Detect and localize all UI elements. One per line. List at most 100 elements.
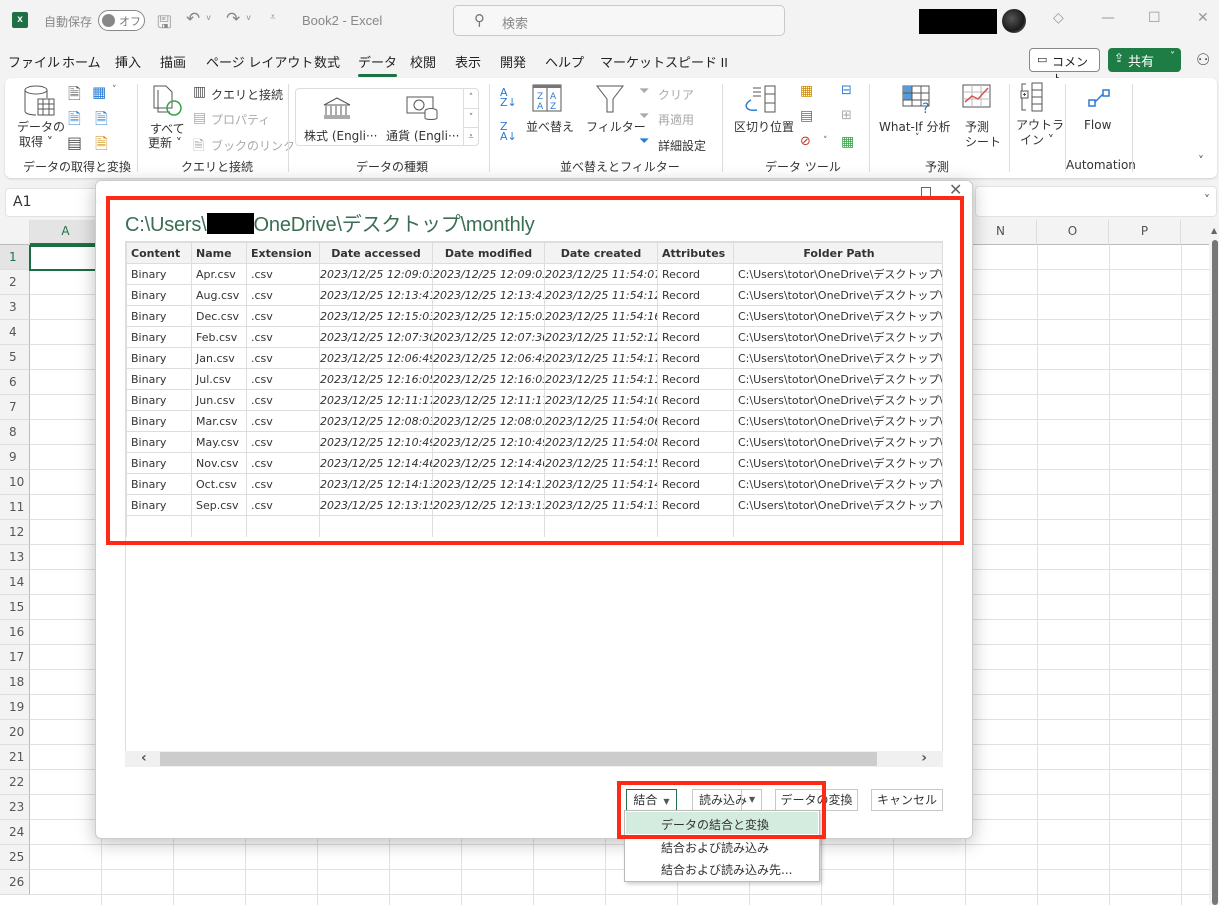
- scrollbar-thumb[interactable]: [1212, 240, 1218, 905]
- tab-formulas[interactable]: 数式: [314, 52, 340, 71]
- column-header[interactable]: Date created: [544, 242, 658, 264]
- flow-button[interactable]: Flow: [1084, 118, 1111, 132]
- scroll-up-icon[interactable]: ▲: [1211, 226, 1217, 235]
- from-picture-icon[interactable]: ▦: [92, 83, 106, 101]
- table-row[interactable]: Binary May.csv .csv 2023/12/25 12:10:49 2023…: [126, 431, 942, 453]
- column-header-n[interactable]: N: [965, 220, 1037, 245]
- dialog-close-button[interactable]: ✕: [949, 180, 962, 199]
- row-header[interactable]: 1: [0, 245, 30, 270]
- recent-sources-icon[interactable]: 🗎: [95, 108, 108, 135]
- from-text-icon[interactable]: 🗎: [68, 83, 81, 110]
- close-button[interactable]: ✕: [1197, 10, 1209, 26]
- comment-button[interactable]: ▭ コメント: [1029, 48, 1100, 86]
- table-row[interactable]: Binary Feb.csv .csv 2023/12/25 12:07:30 2023…: [126, 326, 942, 348]
- row-header[interactable]: 26: [0, 870, 30, 895]
- remove-duplicates-icon[interactable]: ▤: [800, 108, 813, 124]
- sort-descending-icon[interactable]: Z A↓: [500, 121, 517, 142]
- table-row[interactable]: Binary Sep.csv .csv 2023/12/25 12:13:15 2023…: [126, 494, 942, 516]
- currencies-button[interactable]: 通貨 (Engli···: [386, 127, 459, 144]
- clear-filter-button[interactable]: クリア: [658, 86, 694, 103]
- column-header[interactable]: Content: [126, 242, 192, 264]
- row-header[interactable]: 5: [0, 345, 30, 370]
- column-header[interactable]: Name: [191, 242, 247, 264]
- tab-page-layout[interactable]: ページ レイアウト: [206, 52, 313, 71]
- selected-cell-a1[interactable]: [29, 245, 102, 271]
- table-row[interactable]: Binary Jun.csv .csv 2023/12/25 12:11:17 2023…: [126, 389, 942, 411]
- redo-icon[interactable]: ↷: [226, 9, 240, 29]
- undo-dropdown-icon[interactable]: ˅: [206, 13, 211, 23]
- tab-review[interactable]: 校閲: [410, 52, 436, 71]
- horizontal-scrollbar[interactable]: ‹ ›: [125, 750, 943, 767]
- dialog-maximize-button[interactable]: [921, 187, 931, 197]
- existing-connections-icon[interactable]: 🗎: [95, 133, 108, 160]
- sort-ascending-icon[interactable]: A Z↓: [500, 87, 517, 108]
- scrollbar-thumb[interactable]: [160, 752, 877, 766]
- scroll-left-icon[interactable]: ‹: [141, 750, 147, 766]
- row-header[interactable]: 3: [0, 295, 30, 320]
- formula-bar[interactable]: ˅: [975, 186, 1217, 217]
- row-header[interactable]: 22: [0, 770, 30, 795]
- vertical-scrollbar[interactable]: ▲: [1211, 222, 1219, 905]
- search-box[interactable]: ⚲ 検索: [453, 5, 785, 36]
- diamond-icon[interactable]: ◇: [1053, 10, 1064, 26]
- chevron-down-icon[interactable]: ˅: [823, 136, 828, 146]
- row-header[interactable]: 19: [0, 695, 30, 720]
- column-header[interactable]: Date modified: [432, 242, 545, 264]
- table-row[interactable]: Binary Nov.csv .csv 2023/12/25 12:14:46 2023…: [126, 452, 942, 474]
- row-header[interactable]: 2: [0, 270, 30, 295]
- column-header[interactable]: Attributes: [657, 242, 734, 264]
- row-header[interactable]: 25: [0, 845, 30, 870]
- combine-button[interactable]: 結合 ▼: [626, 789, 677, 811]
- data-validation-icon[interactable]: ⊘: [800, 134, 811, 149]
- redo-dropdown-icon[interactable]: ˅: [246, 13, 251, 23]
- tab-developer[interactable]: 開発: [500, 52, 526, 71]
- avatar[interactable]: [1002, 9, 1026, 33]
- tab-marketspeed[interactable]: マーケットスピード II: [600, 52, 728, 71]
- column-header-a[interactable]: A: [30, 220, 102, 245]
- column-header-p[interactable]: P: [1109, 220, 1181, 245]
- reapply-button[interactable]: 再適用: [658, 111, 694, 128]
- menu-item-combine-load-to[interactable]: 結合および読み込み先...: [626, 857, 818, 879]
- row-header[interactable]: 20: [0, 720, 30, 745]
- load-button[interactable]: 読み込み ▼: [692, 789, 762, 811]
- table-row[interactable]: Binary Apr.csv .csv 2023/12/25 12:09:03 2023…: [126, 263, 942, 285]
- gallery-down-button[interactable]: ˅: [463, 108, 478, 127]
- chevron-down-icon[interactable]: ˅: [112, 85, 117, 95]
- row-header[interactable]: 17: [0, 645, 30, 670]
- row-header[interactable]: 13: [0, 545, 30, 570]
- filter-button[interactable]: フィルター: [586, 118, 646, 135]
- consolidate-icon[interactable]: ⊟: [841, 83, 852, 98]
- tab-data[interactable]: データ: [358, 52, 398, 77]
- share-button[interactable]: ⇪ 共有 ˅: [1108, 48, 1181, 72]
- forecast-sheet-label2[interactable]: シート: [965, 133, 1001, 150]
- sort-button[interactable]: 並べ替え: [526, 118, 574, 135]
- column-header[interactable]: Extension: [246, 242, 320, 264]
- autosave-toggle[interactable]: オフ: [98, 10, 145, 31]
- table-row[interactable]: Binary Oct.csv .csv 2023/12/25 12:14:13 2023…: [126, 473, 942, 495]
- name-box[interactable]: A1: [5, 188, 100, 217]
- table-row[interactable]: Binary Jan.csv .csv 2023/12/25 12:06:49 2023…: [126, 347, 942, 369]
- workbook-links-button[interactable]: ブックのリンク: [211, 137, 295, 154]
- row-header[interactable]: 8: [0, 420, 30, 445]
- what-if-dropdown[interactable]: ˅: [915, 133, 920, 143]
- table-row[interactable]: Binary Dec.csv .csv 2023/12/25 12:15:03 2023…: [126, 305, 942, 327]
- row-header[interactable]: 18: [0, 670, 30, 695]
- gallery-up-button[interactable]: ˄: [463, 89, 478, 108]
- tab-home[interactable]: ホーム: [62, 52, 101, 71]
- gallery-more-button[interactable]: ⩡: [463, 127, 478, 146]
- get-data-dropdown[interactable]: 取得 ˅: [19, 133, 53, 150]
- row-header[interactable]: 24: [0, 820, 30, 845]
- tab-file[interactable]: ファイル: [8, 52, 60, 71]
- tab-view[interactable]: 表示: [455, 52, 481, 71]
- row-header[interactable]: 16: [0, 620, 30, 645]
- row-header[interactable]: 12: [0, 520, 30, 545]
- column-header[interactable]: Date accessed: [319, 242, 433, 264]
- row-header[interactable]: 15: [0, 595, 30, 620]
- row-header[interactable]: 10: [0, 470, 30, 495]
- collapse-ribbon-icon[interactable]: ˅: [1198, 154, 1204, 168]
- expand-formula-bar-icon[interactable]: ˅: [1204, 193, 1210, 207]
- tab-insert[interactable]: 挿入: [115, 52, 141, 71]
- row-header[interactable]: 4: [0, 320, 30, 345]
- data-model-icon[interactable]: ▦: [841, 134, 854, 150]
- maximize-button[interactable]: ☐: [1148, 10, 1161, 26]
